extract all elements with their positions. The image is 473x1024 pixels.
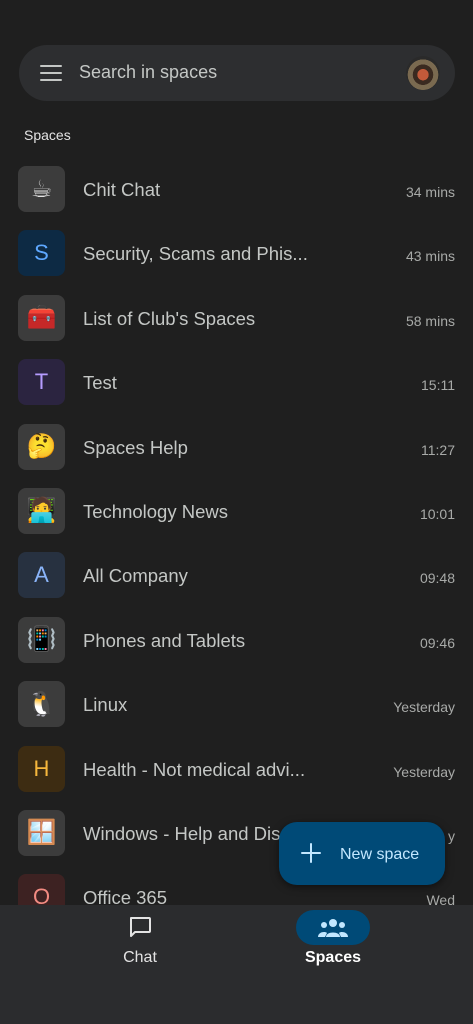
search-input[interactable]: Search in spaces (79, 62, 217, 83)
space-timestamp: 43 mins (405, 248, 455, 265)
space-row[interactable]: 🐧 Linux Yesterday (0, 673, 473, 737)
space-row[interactable]: T Test 15:11 (0, 351, 473, 415)
space-title: List of Club's Spaces (83, 307, 256, 329)
search-bar[interactable]: Search in spaces (19, 45, 455, 101)
new-space-button[interactable]: New space (279, 822, 445, 885)
section-label: Spaces (24, 127, 71, 143)
nav-spaces-label: Spaces (304, 949, 362, 966)
coffee-icon: ☕ (18, 166, 65, 212)
new-space-label: New space (340, 846, 420, 863)
menu-icon[interactable] (40, 65, 62, 81)
space-title: Windows - Help and Dis (83, 822, 281, 844)
space-title: Phones and Tablets (83, 629, 246, 651)
space-row[interactable]: S Security, Scams and Phis... 43 mins (0, 222, 473, 286)
space-timestamp: 09:48 (419, 570, 455, 587)
space-row[interactable]: 🧑‍💻 Technology News 10:01 (0, 480, 473, 544)
space-title: Health - Not medical advi... (83, 758, 306, 780)
space-timestamp: 09:46 (419, 634, 455, 651)
space-title: Linux (83, 694, 128, 716)
window-icon: 🪟 (18, 809, 65, 856)
space-letter-avatar: T (18, 359, 65, 406)
space-letter-avatar: H (18, 745, 65, 792)
space-title: Technology News (83, 500, 228, 522)
penguin-icon: 🐧 (18, 681, 65, 728)
people-group-icon (318, 919, 348, 937)
space-title: Chit Chat (83, 179, 161, 200)
bottom-navigation: Chat Spaces (0, 905, 473, 1024)
space-timestamp: y (448, 827, 455, 844)
nav-chat[interactable]: Chat (60, 905, 220, 985)
space-title: Test (83, 372, 117, 394)
space-row[interactable]: A All Company 09:48 (0, 544, 473, 608)
nav-chat-label: Chat (123, 949, 157, 966)
space-timestamp: Yesterday (393, 699, 455, 716)
space-row[interactable]: 🧰 List of Club's Spaces 58 mins (0, 287, 473, 351)
space-row[interactable]: ☕ Chit Chat 34 mins (0, 158, 473, 222)
toolbox-icon: 🧰 (18, 294, 65, 341)
space-timestamp: Yesterday (393, 763, 455, 780)
space-title: Security, Scams and Phis... (83, 243, 308, 265)
space-timestamp: 34 mins (405, 184, 455, 200)
space-timestamp: 11:27 (421, 441, 455, 458)
nav-spaces[interactable]: Spaces (253, 905, 413, 985)
space-timestamp: 58 mins (405, 312, 455, 329)
space-letter-avatar: S (18, 230, 65, 277)
space-row[interactable]: H Health - Not medical advi... Yesterday (0, 738, 473, 802)
avatar[interactable] (406, 56, 440, 90)
space-timestamp: 10:01 (419, 505, 455, 522)
space-letter-avatar: A (18, 552, 65, 599)
technologist-icon: 🧑‍💻 (18, 487, 65, 534)
space-title: Spaces Help (83, 436, 188, 458)
space-title: All Company (83, 565, 188, 587)
space-row[interactable]: 🤔 Spaces Help 11:27 (0, 416, 473, 480)
chat-icon (130, 917, 151, 937)
thinking-face-icon: 🤔 (18, 423, 65, 470)
vibrating-phone-icon: 📳 (18, 616, 65, 663)
spaces-list: ☕ Chit Chat 34 mins S Security, Scams and Ph… (0, 158, 473, 931)
space-row[interactable]: 📳 Phones and Tablets 09:46 (0, 609, 473, 673)
plus-icon (301, 843, 321, 863)
space-timestamp: 15:11 (421, 377, 455, 394)
